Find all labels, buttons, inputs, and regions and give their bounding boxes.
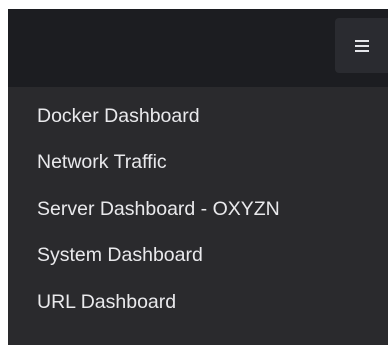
dropdown-item-server-dashboard[interactable]: Server Dashboard - OXYZN	[37, 189, 280, 229]
hamburger-icon	[354, 39, 369, 52]
dropdown-item-network-traffic[interactable]: Network Traffic	[37, 142, 167, 182]
top-navbar	[8, 9, 388, 87]
dropdown-item-docker-dashboard[interactable]: Docker Dashboard	[37, 96, 200, 136]
dropdown-item-url-dashboard[interactable]: URL Dashboard	[37, 282, 176, 322]
menu-toggle-button[interactable]	[335, 18, 388, 73]
dropdown-item-system-dashboard[interactable]: System Dashboard	[37, 235, 203, 275]
dashboard-dropdown-menu: Docker Dashboard Network Traffic Server …	[8, 87, 388, 345]
app-frame: Docker Dashboard Network Traffic Server …	[0, 0, 388, 345]
